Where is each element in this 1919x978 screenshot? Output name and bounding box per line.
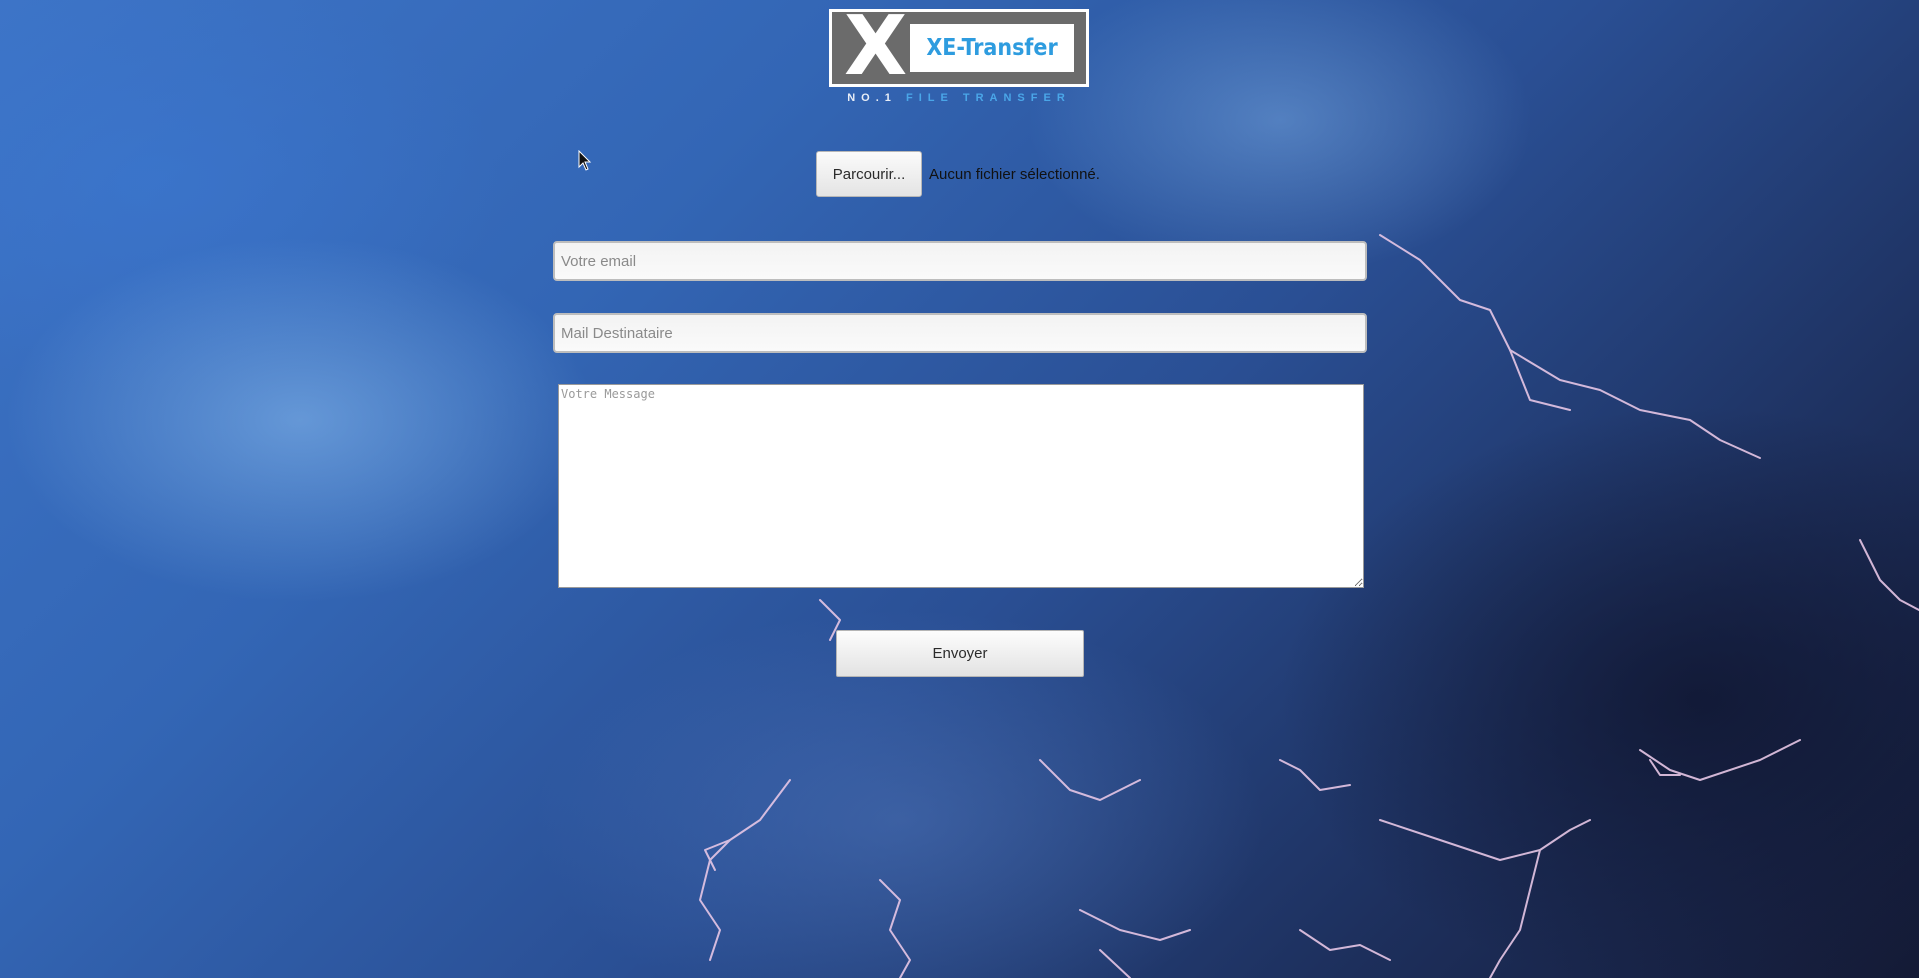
send-button[interactable]: Envoyer xyxy=(836,630,1084,677)
browse-file-button[interactable]: Parcourir... xyxy=(816,151,922,197)
logo-x-mark: X xyxy=(844,0,908,94)
message-textarea[interactable] xyxy=(558,384,1364,588)
file-status-text: Aucun fichier sélectionné. xyxy=(929,165,1100,183)
brand-tagline: NO.1 FILE TRANSFER xyxy=(829,92,1089,104)
email-field[interactable] xyxy=(553,241,1367,281)
tagline-suffix: FILE TRANSFER xyxy=(905,92,1071,104)
logo-name-box: XE-Transfer xyxy=(910,24,1074,72)
logo-name: XE-Transfer xyxy=(926,35,1058,61)
tagline-prefix: NO.1 xyxy=(847,92,897,104)
xe-transfer-logo: X XE-Transfer xyxy=(829,0,1089,94)
file-upload-row: Parcourir... Aucun fichier sélectionné. xyxy=(816,151,1100,197)
page-background: X XE-Transfer NO.1 FILE TRANSFER Parcour… xyxy=(0,0,1919,978)
recipient-email-field[interactable] xyxy=(553,313,1367,353)
mouse-pointer-icon xyxy=(578,150,592,171)
